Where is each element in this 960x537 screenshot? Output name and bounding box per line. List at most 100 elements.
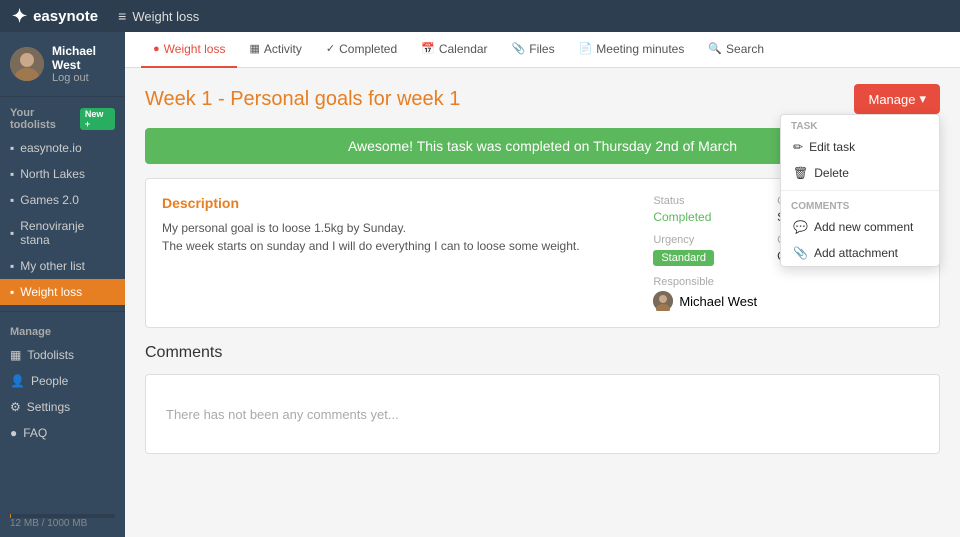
sidebar-item-label: Settings [27, 400, 70, 414]
tab-icon-meeting: 📄 [579, 42, 593, 55]
responsible-user: Michael West [653, 291, 757, 311]
sidebar: Michael West Log out Your todolists New … [0, 32, 125, 537]
people-icon: 👤 [10, 374, 25, 388]
sidebar-item-label: North Lakes [20, 167, 85, 181]
sidebar-item-my-other[interactable]: ▪ My other list [0, 253, 125, 279]
manage-caret-icon: ▾ [919, 91, 926, 107]
page-content: Week 1 - Personal goals for week 1 Manag… [125, 68, 960, 537]
status-value: Completed [653, 210, 757, 224]
sidebar-item-easynote[interactable]: ▪ easynote.io [0, 135, 125, 161]
tab-bar: ● Weight loss ▦ Activity ✓ Completed 📅 C… [125, 32, 960, 68]
page-title: Week 1 - Personal goals for week 1 [145, 88, 460, 111]
tab-calendar[interactable]: 📅 Calendar [409, 32, 499, 68]
tab-search[interactable]: 🔍 Search [696, 32, 776, 68]
todolists-icon: ▦ [10, 348, 21, 362]
tab-weight-loss[interactable]: ● Weight loss [141, 32, 237, 68]
tab-label-calendar: Calendar [439, 42, 488, 56]
attachment-icon: 📎 [793, 246, 808, 260]
comment-icon: 💬 [793, 220, 808, 234]
item-icon: ▪ [10, 285, 14, 299]
comments-title: Comments [145, 344, 940, 362]
edit-task-label: Edit task [809, 140, 855, 154]
responsible-avatar [653, 291, 673, 311]
sidebar-username: Michael West [52, 44, 115, 72]
tab-icon-activity: ▦ [249, 42, 259, 55]
dropdown-edit-task[interactable]: ✏ Edit task [781, 134, 939, 160]
tab-label-meeting: Meeting minutes [596, 42, 684, 56]
urgency-badge: Standard [653, 250, 714, 266]
comments-empty: There has not been any comments yet... [145, 374, 940, 454]
avatar [10, 47, 44, 81]
dropdown-divider [781, 190, 939, 191]
item-icon: ▪ [10, 141, 14, 155]
storage-area: 12 MB / 1000 MB [0, 502, 125, 537]
item-icon: ▪ [10, 167, 14, 181]
manage-label: Manage [868, 92, 915, 107]
add-comment-label: Add new comment [814, 220, 913, 234]
tab-completed[interactable]: ✓ Completed [314, 32, 409, 68]
tab-icon-completed: ✓ [326, 42, 335, 55]
tab-activity[interactable]: ▦ Activity [237, 32, 313, 68]
description-title: Description [162, 195, 629, 211]
sidebar-item-todolists[interactable]: ▦ Todolists [0, 342, 125, 368]
sidebar-item-label: Todolists [27, 348, 74, 362]
edit-icon: ✏ [793, 140, 803, 154]
storage-label: 12 MB / 1000 MB [10, 518, 115, 529]
sidebar-item-games[interactable]: ▪ Games 2.0 [0, 187, 125, 213]
status-label: Status [653, 195, 757, 207]
dropdown-add-attachment[interactable]: 📎 Add attachment [781, 240, 939, 266]
responsible-name: Michael West [679, 294, 757, 309]
sidebar-item-north-lakes[interactable]: ▪ North Lakes [0, 161, 125, 187]
description-line1: My personal goal is to loose 1.5kg by Su… [162, 219, 629, 237]
tab-icon-search: 🔍 [708, 42, 722, 55]
sidebar-item-label: FAQ [23, 426, 47, 440]
sidebar-item-label: Games 2.0 [20, 193, 79, 207]
new-badge[interactable]: New + [80, 108, 115, 130]
week-label: Week 1 - [145, 88, 230, 110]
item-icon: ▪ [10, 259, 14, 273]
tab-label-search: Search [726, 42, 764, 56]
add-attachment-label: Add attachment [814, 246, 898, 260]
topbar-current-list: Weight loss [132, 9, 199, 24]
responsible-group: Responsible Michael West [653, 276, 757, 311]
title-highlight: Personal goals for week 1 [230, 88, 460, 110]
dropdown-add-comment[interactable]: 💬 Add new comment [781, 214, 939, 240]
comments-empty-text: There has not been any comments yet... [166, 407, 399, 422]
task-description: Description My personal goal is to loose… [162, 195, 629, 311]
sidebar-item-renoviranje[interactable]: ▪ Renoviranje stana [0, 213, 125, 253]
sidebar-user: Michael West Log out [0, 32, 125, 97]
logo-icon: ✦ [12, 6, 27, 27]
item-icon: ▪ [10, 193, 14, 207]
tab-label-completed: Completed [339, 42, 397, 56]
manage-button[interactable]: Manage ▾ [854, 84, 940, 114]
status-group: Status Completed [653, 195, 757, 224]
tab-meeting-minutes[interactable]: 📄 Meeting minutes [567, 32, 697, 68]
manage-button-wrapper: Manage ▾ Task ✏ Edit task 🗑 Delete [854, 84, 940, 114]
sidebar-item-label: People [31, 374, 68, 388]
logo-text: easynote [33, 8, 98, 25]
meta-col-left: Status Completed Urgency Standard Respon… [653, 195, 757, 311]
tab-label-activity: Activity [264, 42, 302, 56]
faq-icon: ● [10, 426, 17, 440]
sidebar-divider [0, 311, 125, 312]
sidebar-item-weight-loss[interactable]: ▪ Weight loss [0, 279, 125, 305]
tab-label-files: Files [529, 42, 554, 56]
dropdown-task-section: Task [781, 115, 939, 134]
logo[interactable]: ✦ easynote [12, 6, 98, 27]
sidebar-item-label: My other list [20, 259, 85, 273]
dropdown-delete[interactable]: 🗑 Delete [781, 160, 939, 186]
topbar-title: ≡ Weight loss [118, 8, 199, 24]
tab-icon-calendar: 📅 [421, 42, 435, 55]
sidebar-item-people[interactable]: 👤 People [0, 368, 125, 394]
page-header: Week 1 - Personal goals for week 1 Manag… [145, 84, 940, 114]
settings-icon: ⚙ [10, 400, 21, 414]
description-line2: The week starts on sunday and I will do … [162, 237, 629, 255]
sidebar-item-faq[interactable]: ● FAQ [0, 420, 125, 446]
sidebar-item-settings[interactable]: ⚙ Settings [0, 394, 125, 420]
main-area: ● Weight loss ▦ Activity ✓ Completed 📅 C… [125, 32, 960, 537]
list-icon: ≡ [118, 8, 126, 24]
sidebar-user-info: Michael West Log out [52, 44, 115, 84]
tab-label-weight-loss: Weight loss [164, 42, 226, 56]
logout-link[interactable]: Log out [52, 72, 115, 84]
tab-files[interactable]: 📎 Files [500, 32, 567, 68]
